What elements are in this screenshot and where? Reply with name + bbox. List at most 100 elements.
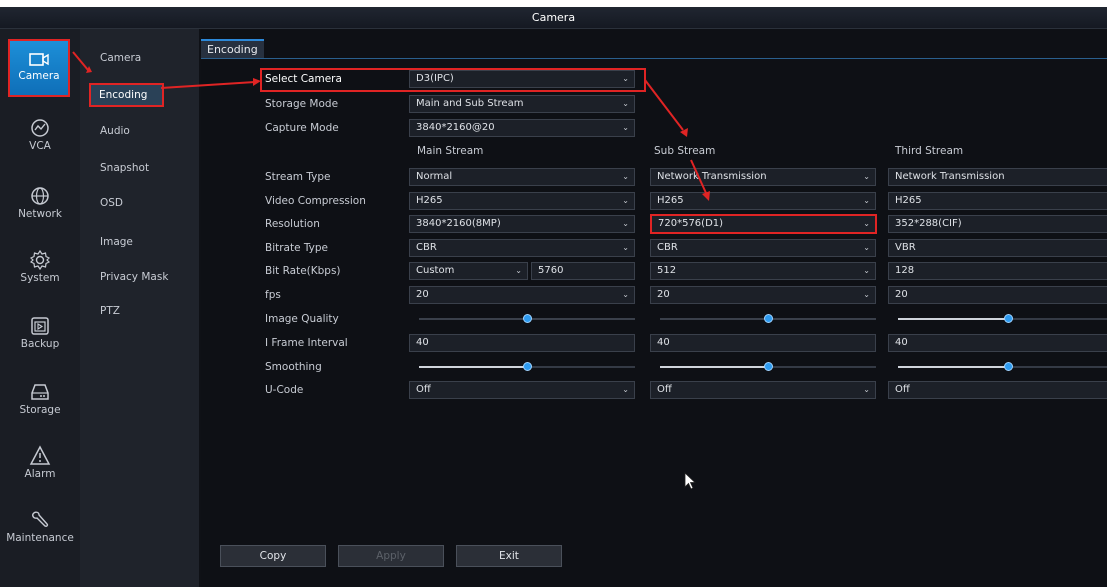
vca-icon — [31, 119, 49, 137]
sub-bitrate-type-dropdown[interactable]: CBR ⌄ — [650, 239, 876, 257]
dropdown-value: 512 — [657, 265, 677, 276]
third-stream-header: Third Stream — [895, 145, 964, 157]
dropdown-value: 3840*2160(8MP) — [416, 218, 501, 229]
sub-smoothing-slider[interactable] — [660, 362, 876, 372]
third-smoothing-slider[interactable] — [898, 362, 1107, 372]
sub-menu: Camera Encoding Audio Snapshot OSD Image… — [80, 29, 199, 587]
chevron-down-icon: ⌄ — [863, 172, 870, 181]
slider-knob[interactable] — [523, 314, 532, 323]
nav-alarm[interactable]: Alarm — [0, 445, 80, 507]
dropdown-value: VBR — [895, 242, 916, 253]
third-i-frame-interval-input[interactable]: 40 — [888, 334, 1107, 352]
slider-knob[interactable] — [764, 362, 773, 371]
main-i-frame-interval-input[interactable]: 40 — [409, 334, 635, 352]
sub-stream-type-dropdown[interactable]: Network Transmission ⌄ — [650, 168, 876, 186]
third-bit-rate-dropdown[interactable]: 128 — [888, 262, 1107, 280]
submenu-item-ptz[interactable]: PTZ — [100, 305, 120, 317]
capture-mode-dropdown[interactable]: 3840*2160@20 ⌄ — [409, 119, 635, 137]
dropdown-value: 352*288(CIF) — [895, 218, 962, 229]
dropdown-value: Off — [895, 384, 910, 395]
main-stream-type-dropdown[interactable]: Normal ⌄ — [409, 168, 635, 186]
main-video-compression-dropdown[interactable]: H265 ⌄ — [409, 192, 635, 210]
main-smoothing-slider[interactable] — [419, 362, 635, 372]
submenu-item-osd[interactable]: OSD — [100, 197, 123, 209]
third-fps-dropdown[interactable]: 20 — [888, 286, 1107, 304]
backup-icon — [31, 317, 49, 335]
apply-button[interactable]: Apply — [338, 545, 444, 567]
main-resolution-dropdown[interactable]: 3840*2160(8MP) ⌄ — [409, 215, 635, 233]
copy-button[interactable]: Copy — [220, 545, 326, 567]
third-resolution-dropdown[interactable]: 352*288(CIF) — [888, 215, 1107, 233]
main-bit-rate-input[interactable]: 5760 — [531, 262, 635, 280]
nav-camera[interactable]: Camera — [8, 39, 70, 97]
mouse-cursor-icon — [684, 472, 697, 490]
submenu-item-snapshot[interactable]: Snapshot — [100, 162, 149, 174]
third-bitrate-type-dropdown[interactable]: VBR — [888, 239, 1107, 257]
main-bit-rate-mode-dropdown[interactable]: Custom ⌄ — [409, 262, 528, 280]
select-camera-value: D3(IPC) — [416, 73, 454, 84]
nav-system[interactable]: System — [0, 249, 80, 311]
slider-knob[interactable] — [1004, 362, 1013, 371]
third-video-compression-dropdown[interactable]: H265 — [888, 192, 1107, 210]
slider-knob[interactable] — [764, 314, 773, 323]
submenu-item-image[interactable]: Image — [100, 236, 133, 248]
sub-fps-dropdown[interactable]: 20 ⌄ — [650, 286, 876, 304]
third-image-quality-slider[interactable] — [898, 314, 1107, 324]
submenu-item-camera[interactable]: Camera — [100, 52, 141, 64]
sub-resolution-dropdown[interactable]: 720*576(D1) ⌄ — [650, 214, 877, 234]
slider-knob[interactable] — [1004, 314, 1013, 323]
nav-storage[interactable]: Storage — [0, 381, 80, 443]
storage-mode-dropdown[interactable]: Main and Sub Stream ⌄ — [409, 95, 635, 113]
dropdown-value: Off — [416, 384, 431, 395]
sub-bit-rate-dropdown[interactable]: 512 ⌄ — [650, 262, 876, 280]
tab-encoding[interactable]: Encoding — [201, 39, 264, 58]
dropdown-value: 20 — [895, 289, 908, 300]
main-u-code-dropdown[interactable]: Off ⌄ — [409, 381, 635, 399]
video-compression-label: Video Compression — [265, 195, 366, 207]
window-title: Camera — [0, 7, 1107, 29]
nav-maintenance[interactable]: Maintenance — [0, 509, 80, 571]
chevron-down-icon: ⌄ — [863, 219, 870, 228]
slider-fill — [419, 366, 527, 368]
chevron-down-icon: ⌄ — [622, 74, 629, 83]
i-frame-interval-label: I Frame Interval — [265, 337, 348, 349]
main-stream-header: Main Stream — [417, 145, 484, 157]
chevron-down-icon: ⌄ — [622, 385, 629, 394]
storage-mode-value: Main and Sub Stream — [416, 98, 524, 109]
sub-image-quality-slider[interactable] — [660, 314, 876, 324]
dropdown-value: CBR — [416, 242, 437, 253]
bitrate-type-label: Bitrate Type — [265, 242, 329, 254]
submenu-item-audio[interactable]: Audio — [100, 125, 130, 137]
globe-icon — [31, 187, 49, 205]
nav-label: Camera — [18, 70, 60, 82]
exit-button[interactable]: Exit — [456, 545, 562, 567]
third-stream-type-dropdown[interactable]: Network Transmission — [888, 168, 1107, 186]
slider-fill — [898, 318, 1008, 320]
select-camera-label: Select Camera — [265, 73, 342, 85]
bit-rate-label: Bit Rate(Kbps) — [265, 265, 341, 277]
dropdown-value: 20 — [657, 289, 670, 300]
nav-label: System — [20, 272, 60, 284]
chevron-down-icon: ⌄ — [863, 385, 870, 394]
submenu-item-encoding[interactable]: Encoding — [89, 83, 164, 107]
third-u-code-dropdown[interactable]: Off — [888, 381, 1107, 399]
dropdown-value: Off — [657, 384, 672, 395]
submenu-item-privacy-mask[interactable]: Privacy Mask — [100, 271, 168, 283]
nav-backup[interactable]: Backup — [0, 315, 80, 377]
main-bitrate-type-dropdown[interactable]: CBR ⌄ — [409, 239, 635, 257]
dropdown-value: Custom — [416, 265, 455, 276]
sub-u-code-dropdown[interactable]: Off ⌄ — [650, 381, 876, 399]
nav-vca[interactable]: VCA — [0, 117, 80, 179]
nav-network[interactable]: Network — [0, 185, 80, 247]
storage-mode-label: Storage Mode — [265, 98, 339, 110]
main-image-quality-slider[interactable] — [419, 314, 635, 324]
slider-knob[interactable] — [523, 362, 532, 371]
sub-video-compression-dropdown[interactable]: H265 ⌄ — [650, 192, 876, 210]
select-camera-dropdown[interactable]: D3(IPC) ⌄ — [409, 70, 635, 88]
main-fps-dropdown[interactable]: 20 ⌄ — [409, 286, 635, 304]
chevron-down-icon: ⌄ — [622, 290, 629, 299]
chevron-down-icon: ⌄ — [863, 196, 870, 205]
sub-i-frame-interval-input[interactable]: 40 — [650, 334, 876, 352]
dropdown-value: 20 — [416, 289, 429, 300]
fps-label: fps — [265, 289, 281, 301]
